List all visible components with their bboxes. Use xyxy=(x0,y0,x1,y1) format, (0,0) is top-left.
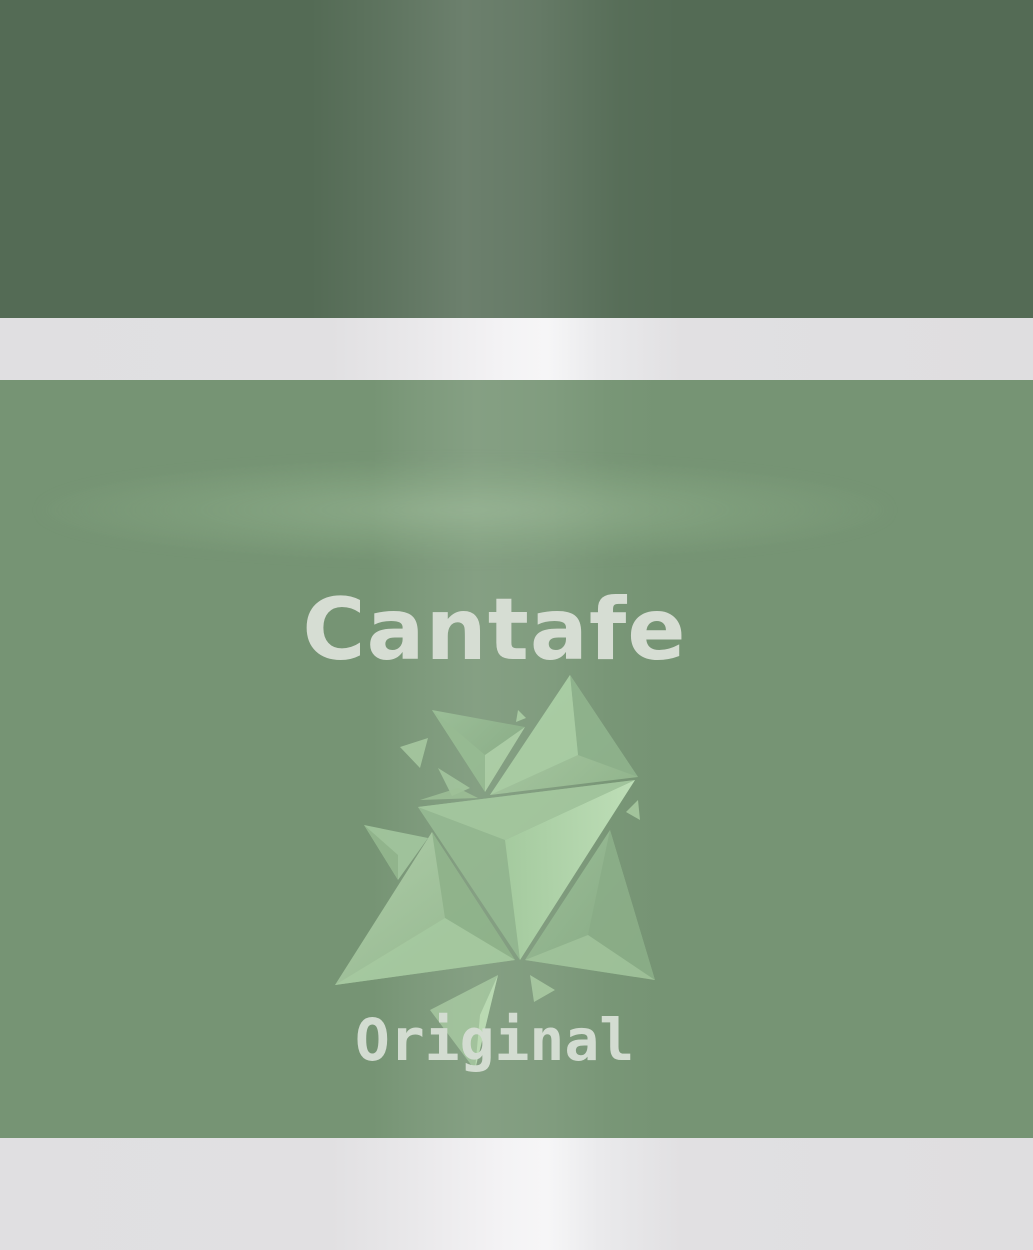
product-label: Cantafe Original xyxy=(0,0,1033,1250)
label-panel: Cantafe Original xyxy=(0,380,1033,1138)
silver-band-top xyxy=(0,318,1033,380)
brand-title: Cantafe xyxy=(302,580,687,680)
panel-glow xyxy=(40,460,890,560)
brand-subtitle: Original xyxy=(354,1006,635,1074)
top-cap xyxy=(0,0,1033,318)
silver-band-bottom xyxy=(0,1138,1033,1250)
